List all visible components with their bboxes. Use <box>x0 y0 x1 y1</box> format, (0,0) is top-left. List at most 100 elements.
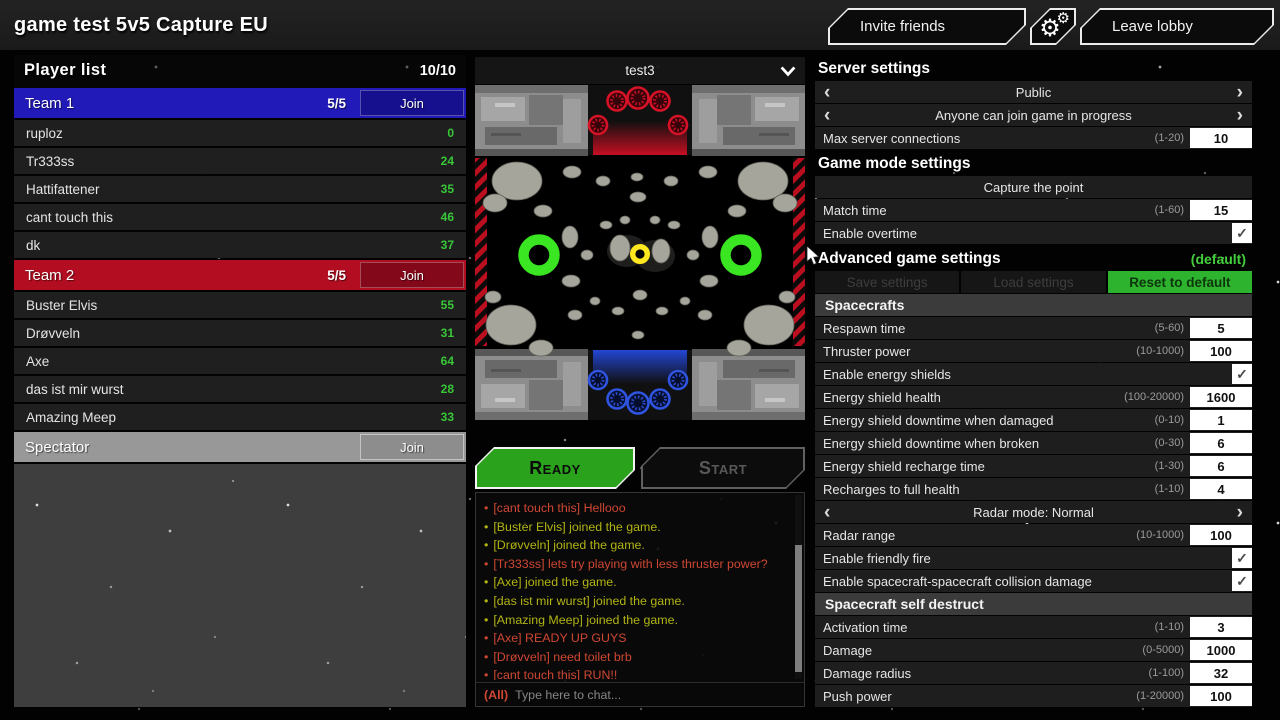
selector-value: Anyone can join game in progress <box>935 108 1132 123</box>
setting-checkbox-row: Enable friendly fire✓ <box>815 547 1252 569</box>
setting-value-input[interactable]: 15 <box>1190 200 1252 220</box>
chat-scrollbar-thumb[interactable] <box>795 545 802 672</box>
leave-lobby-label: Leave lobby <box>1080 8 1274 45</box>
chat-message-text: [cant touch this] Hellooo <box>493 501 625 515</box>
setting-value-input[interactable]: 32 <box>1190 663 1252 683</box>
setting-checkbox[interactable]: ✓ <box>1232 364 1252 384</box>
join-spectator-button[interactable]: Join <box>360 434 464 460</box>
ready-button[interactable]: Ready <box>475 447 635 489</box>
roster: Team 15/5Joinruploz0Tr333ss24Hattifatten… <box>14 88 466 432</box>
invite-friends-button[interactable]: Invite friends <box>828 8 1026 45</box>
bullet-icon: • <box>484 668 488 680</box>
setting-selector-row: ‹Radar mode: Normal› <box>815 501 1252 523</box>
start-button[interactable]: Start <box>641 447 805 489</box>
setting-value-input[interactable]: 1 <box>1190 410 1252 430</box>
setting-range: (1-10) <box>1155 483 1184 495</box>
team-name: Team 2 <box>25 267 74 284</box>
setting-value-input[interactable]: 4 <box>1190 479 1252 499</box>
player-list-title: Player list <box>24 61 106 80</box>
player-name: ruploz <box>26 126 63 141</box>
chat-messages: • [cant touch this] Hellooo • [Buster Elvis… <box>484 499 788 680</box>
join-team-1-button[interactable]: Join <box>360 90 464 116</box>
setting-number-row: Recharges to full health(1-10)4 <box>815 478 1252 500</box>
player-row: cant touch this46 <box>14 204 466 230</box>
player-ping: 0 <box>447 126 454 140</box>
setting-label: Enable spacecraft-spacecraft collision d… <box>823 574 1092 589</box>
setting-checkbox-row: Enable overtime✓ <box>815 222 1252 244</box>
chat-channel-label: (All) <box>484 688 508 702</box>
setting-value-input[interactable]: 10 <box>1190 128 1252 148</box>
reset-to-default-button[interactable]: Reset to default <box>1108 271 1252 293</box>
setting-range: (0-5000) <box>1142 644 1184 656</box>
setting-number-row: Energy shield downtime when broken (0-30)… <box>815 432 1252 454</box>
player-ping: 33 <box>441 410 454 424</box>
setting-checkbox[interactable]: ✓ <box>1232 571 1252 591</box>
setting-checkbox[interactable]: ✓ <box>1232 223 1252 243</box>
setting-range: (1-20000) <box>1136 690 1184 702</box>
setting-value-input[interactable]: 100 <box>1190 341 1252 361</box>
selector-next-icon[interactable]: › <box>1237 104 1243 126</box>
chat-box: • [cant touch this] Hellooo • [Buster Elvis… <box>475 492 805 707</box>
join-team-2-button[interactable]: Join <box>360 262 464 288</box>
chat-message-text: [Axe] joined the game. <box>493 575 616 589</box>
setting-value-input[interactable]: 1000 <box>1190 640 1252 660</box>
setting-value-input[interactable]: 100 <box>1190 686 1252 706</box>
team-slots: 5/5 <box>327 96 346 111</box>
setting-label: Energy shield downtime when broken <box>823 436 1039 451</box>
setting-range: (0-30) <box>1155 437 1184 449</box>
setting-range: (5-60) <box>1155 322 1184 334</box>
chevron-down-icon <box>780 66 796 77</box>
team-name: Team 1 <box>25 95 74 112</box>
setting-label: Energy shield recharge time <box>823 459 985 474</box>
setting-checkbox[interactable]: ✓ <box>1232 548 1252 568</box>
map-select-dropdown[interactable]: test3 <box>475 57 805 84</box>
chat-input[interactable] <box>515 688 796 702</box>
bullet-icon: • <box>484 631 488 645</box>
setting-value-input[interactable]: 1600 <box>1190 387 1252 407</box>
setting-range: (10-1000) <box>1136 529 1184 541</box>
chat-message-text: [Buster Elvis] joined the game. <box>493 520 660 534</box>
setting-number-row: Energy shield recharge time(1-30)6 <box>815 455 1252 477</box>
setting-label: Damage radius <box>823 666 911 681</box>
selector-next-icon[interactable]: › <box>1237 81 1243 103</box>
setting-value-input[interactable]: 100 <box>1190 525 1252 545</box>
settings-section-title: Game mode settings <box>818 155 970 173</box>
setting-number-row: Energy shield downtime when damaged(0-10… <box>815 409 1252 431</box>
setting-label: Energy shield health <box>823 390 941 405</box>
player-ping: 31 <box>441 326 454 340</box>
leave-lobby-button[interactable]: Leave lobby <box>1080 8 1274 45</box>
bullet-icon: • <box>484 650 488 664</box>
setting-value-input[interactable]: 3 <box>1190 617 1252 637</box>
settings-section-title: Advanced game settings <box>818 250 1001 268</box>
settings-section-heading: Server settings <box>815 55 1252 80</box>
selector-prev-icon[interactable]: ‹ <box>824 81 830 103</box>
setting-label: Damage <box>823 643 872 658</box>
chat-scrollbar[interactable] <box>795 495 802 679</box>
setting-range: (0-10) <box>1155 414 1184 426</box>
setting-value-input[interactable]: 6 <box>1190 456 1252 476</box>
setting-range: (1-100) <box>1149 667 1184 679</box>
setting-range: (1-20) <box>1155 132 1184 144</box>
player-name: Axe <box>26 354 49 369</box>
selected-map-label: test3 <box>625 63 654 78</box>
player-ping: 46 <box>441 210 454 224</box>
team-header-row: Team 1 5/5 Join <box>14 88 466 118</box>
player-name: Buster Elvis <box>26 298 97 313</box>
setting-label: Radar range <box>823 528 895 543</box>
setting-checkbox-row: Enable spacecraft-spacecraft collision d… <box>815 570 1252 592</box>
player-row: dk37 <box>14 232 466 258</box>
setting-number-row: Push power(1-20000)100 <box>815 685 1252 707</box>
gear-icon: ⚙ <box>1057 11 1070 26</box>
selector-prev-icon[interactable]: ‹ <box>824 501 830 523</box>
load-settings-button[interactable]: Load settings <box>961 271 1105 293</box>
setting-number-row: Damage radius (1-100) 32 <box>815 662 1252 684</box>
selector-prev-icon[interactable]: ‹ <box>824 104 830 126</box>
setting-value-input[interactable]: 6 <box>1190 433 1252 453</box>
lobby-settings-button[interactable]: ⚙ ⚙ <box>1030 8 1076 45</box>
selector-next-icon[interactable]: › <box>1237 501 1243 523</box>
setting-value-input[interactable]: 5 <box>1190 318 1252 338</box>
spectator-label: Spectator <box>25 439 89 456</box>
save-settings-button[interactable]: Save settings <box>815 271 959 293</box>
setting-number-row: Respawn time(5-60)5 <box>815 317 1252 339</box>
player-row: Amazing Meep33 <box>14 404 466 430</box>
